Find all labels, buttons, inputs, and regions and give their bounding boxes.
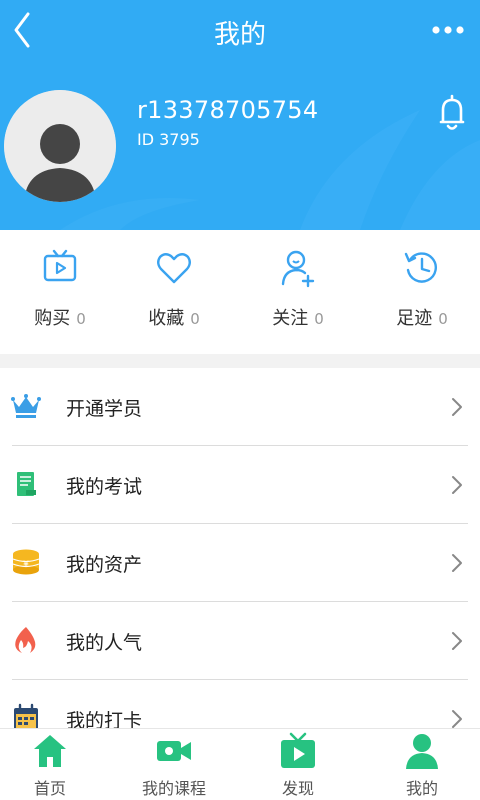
- stat-favorites[interactable]: 收藏 0: [114, 230, 234, 354]
- user-add-icon: [281, 250, 315, 288]
- stat-following[interactable]: 关注 0: [238, 230, 358, 354]
- stats-row: 购买 0 收藏 0 关注 0 足迹 0: [0, 230, 480, 354]
- crown-icon: [11, 394, 41, 418]
- menu-item-label: 我的资产: [66, 554, 143, 576]
- stat-label: 关注: [272, 308, 309, 329]
- user-icon: [406, 734, 438, 769]
- chevron-right-icon: [452, 710, 462, 728]
- chevron-right-icon: [452, 632, 462, 650]
- stat-label: 购买: [34, 308, 71, 329]
- stat-purchases[interactable]: 购买 0: [0, 230, 120, 354]
- tab-label: 我的: [405, 779, 438, 798]
- username: r13378705754: [137, 96, 319, 124]
- tab-discover[interactable]: 发现: [238, 729, 358, 800]
- tab-me[interactable]: 我的: [362, 729, 480, 800]
- more-options-icon[interactable]: [430, 18, 466, 42]
- menu-item-assets[interactable]: ¥ 我的资产: [0, 524, 480, 602]
- tab-my-courses[interactable]: 我的课程: [114, 729, 234, 800]
- default-avatar-icon: [4, 90, 116, 202]
- heart-icon: [157, 253, 191, 284]
- stat-label: 足迹: [396, 308, 433, 329]
- coins-icon: ¥: [12, 549, 40, 575]
- user-id: ID 3795: [137, 130, 200, 149]
- stat-count: 0: [438, 310, 448, 328]
- bell-icon[interactable]: [432, 90, 472, 134]
- tab-label: 发现: [281, 779, 314, 798]
- tab-label: 首页: [33, 779, 66, 798]
- stat-count: 0: [76, 310, 86, 328]
- page-title: 我的: [213, 20, 266, 50]
- svg-text:¥: ¥: [23, 560, 29, 570]
- profile-header: 我的 r13378705754 ID 3795: [0, 0, 480, 230]
- menu-item-membership[interactable]: 开通学员: [0, 368, 480, 446]
- stat-count: 0: [190, 310, 200, 328]
- stat-label: 收藏: [148, 308, 185, 329]
- stat-history[interactable]: 足迹 0: [362, 230, 480, 354]
- stat-count: 0: [314, 310, 324, 328]
- avatar[interactable]: [4, 90, 116, 202]
- menu-item-label: 我的人气: [66, 632, 143, 654]
- history-clock-icon: [404, 252, 437, 283]
- tv-play-icon: [43, 249, 77, 282]
- chevron-right-icon: [452, 554, 462, 572]
- bottom-tab-bar: 首页 我的课程 发现 我的: [0, 728, 480, 800]
- flame-icon: [15, 627, 36, 653]
- video-camera-icon: [157, 741, 191, 761]
- menu-item-label: 我的考试: [66, 476, 143, 498]
- tv-play-icon: [281, 732, 315, 768]
- menu-item-label: 开通学员: [66, 398, 143, 420]
- tab-label: 我的课程: [141, 779, 206, 798]
- menu-item-popularity[interactable]: 我的人气: [0, 602, 480, 680]
- section-divider: [0, 354, 480, 368]
- home-icon: [34, 735, 66, 767]
- chevron-right-icon: [452, 398, 462, 416]
- menu-item-exams[interactable]: 我的考试: [0, 446, 480, 524]
- chevron-right-icon: [452, 476, 462, 494]
- tab-home[interactable]: 首页: [0, 729, 110, 800]
- profile-page: 我的 r13378705754 ID 3795 购买 0 收藏 0 关注 0 足…: [0, 0, 480, 800]
- exam-book-icon: [17, 472, 36, 496]
